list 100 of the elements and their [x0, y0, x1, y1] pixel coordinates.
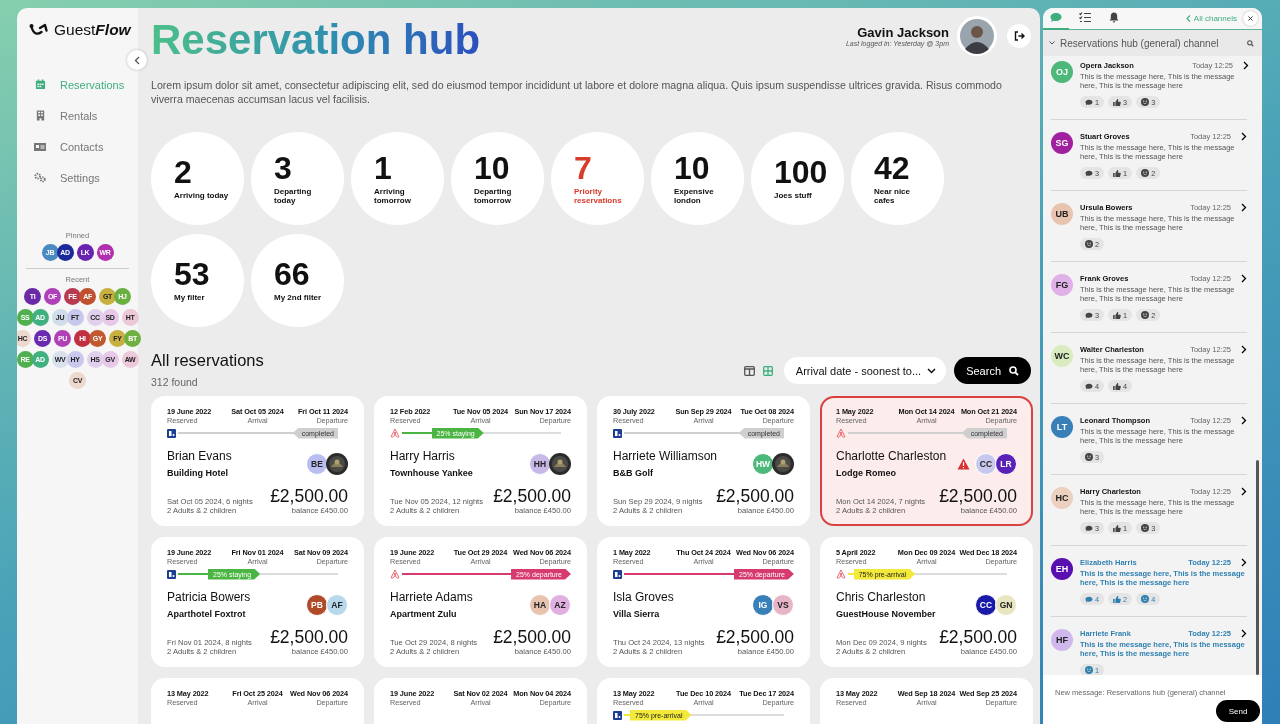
- search-icon: [1247, 39, 1254, 47]
- avatar: VS: [772, 593, 794, 616]
- send-button[interactable]: Send: [1216, 700, 1260, 722]
- filter-button[interactable]: 10 Expensive london: [651, 132, 744, 225]
- avatar: HH: [529, 452, 551, 475]
- avatar: EH: [1051, 558, 1073, 580]
- id-card-icon: [34, 141, 46, 152]
- smiley-icon: [1085, 666, 1093, 674]
- property-name: Townhouse Yankee: [390, 468, 473, 478]
- channel-title: Reservations hub (general) channel: [1060, 37, 1220, 49]
- avatar: IG: [752, 593, 774, 616]
- square-logo-icon: [613, 710, 622, 720]
- comment-icon: [1085, 382, 1093, 390]
- smiley-icon: [1141, 595, 1150, 603]
- chevron-down-icon: [927, 367, 937, 374]
- thumbs-up-icon: [1113, 311, 1122, 319]
- scrollbar[interactable]: [1256, 460, 1259, 675]
- chevron-right-icon: [1241, 487, 1247, 496]
- avatar: HC: [1051, 487, 1073, 509]
- view-toggle[interactable]: [743, 365, 755, 376]
- avatar: LT: [1051, 416, 1073, 438]
- avatar: UB: [1051, 203, 1073, 225]
- avatar: CC: [975, 452, 997, 475]
- smiley-icon: [1085, 453, 1093, 461]
- nav-item[interactable]: Contacts: [17, 131, 138, 162]
- sort-dropdown[interactable]: Arrival date - soonest to...: [783, 357, 947, 384]
- smiley-icon: [1141, 98, 1150, 106]
- nav-item[interactable]: Settings: [17, 162, 138, 193]
- chevron-left-icon: [134, 55, 140, 65]
- filter-button[interactable]: 66 My 2nd filter: [251, 234, 344, 327]
- avatar: HF: [1051, 629, 1073, 651]
- description: Lorem ipsum dolor sit amet, consectetur adipiscing elit, sed do eiusmod tempor incididunt ut labore et dolore magna aliqua. Quis ipsum suspendisse ultrices gravida. Risus commodo viverra maecenas accumsan lacus vel facilisis.: [151, 78, 1003, 106]
- chevron-right-icon: [1241, 132, 1247, 141]
- chat-icon: [1050, 12, 1062, 23]
- filter-button[interactable]: 42 Near nice cafes: [851, 132, 944, 225]
- close-button[interactable]: [1243, 11, 1258, 26]
- guest-name: Isla Groves: [613, 590, 674, 604]
- filter-button[interactable]: 7 Priority reservations: [551, 132, 644, 225]
- checklist-icon: [1079, 12, 1091, 23]
- property-name: Villa Sierra: [613, 609, 661, 619]
- chevron-right-icon: [1243, 61, 1249, 70]
- avatar: OJ: [1051, 61, 1073, 83]
- square-logo-icon: [613, 428, 622, 438]
- property-name: GuestHouse November: [836, 609, 936, 619]
- filter-button[interactable]: 10 Departing tomorrow: [451, 132, 544, 225]
- price: £2,500.00: [939, 627, 1017, 647]
- chevron-right-icon: [1241, 629, 1247, 638]
- square-logo-icon: [613, 569, 622, 579]
- price: £2,500.00: [270, 486, 348, 506]
- property-name: B&B Golf: [613, 468, 654, 478]
- comment-icon: [1085, 524, 1093, 532]
- property-name: Apartment Zulu: [390, 609, 458, 619]
- avatar: GN: [995, 593, 1017, 616]
- smiley-icon: [1085, 240, 1093, 248]
- comment-icon: [1085, 311, 1093, 319]
- avatar: FG: [1051, 274, 1073, 296]
- avatar: BE: [306, 452, 328, 475]
- property-name: Aparthotel Foxtrot: [167, 609, 247, 619]
- avatar: LR: [995, 452, 1017, 475]
- filter-button[interactable]: 1 Arriving tomorrow: [351, 132, 444, 225]
- logout-button[interactable]: [1007, 24, 1031, 48]
- price: £2,500.00: [716, 627, 794, 647]
- guest-name: Charlotte Charleston: [836, 449, 947, 463]
- filter-button[interactable]: 53 My filter: [151, 234, 244, 327]
- building-icon: [34, 110, 46, 121]
- loop-logo-icon: [836, 428, 846, 438]
- price: £2,500.00: [939, 486, 1017, 506]
- calendar-icon: [34, 79, 46, 90]
- price: £2,500.00: [493, 627, 571, 647]
- user-name: Gavin Jackson: [856, 25, 949, 40]
- reservation-card[interactable]: [820, 537, 1033, 667]
- avatar: WC: [1051, 345, 1073, 367]
- filter-button[interactable]: 100 Joes stuff: [751, 132, 844, 225]
- guest-name: Patricia Bowers: [167, 590, 251, 604]
- chevron-right-icon: [1241, 274, 1247, 283]
- smiley-icon: [1141, 169, 1150, 177]
- avatar: AF: [326, 593, 348, 616]
- loop-logo-icon: [390, 569, 400, 579]
- guest-name: Brian Evans: [167, 449, 232, 463]
- loop-logo-icon: [390, 428, 400, 438]
- thumbs-up-icon: [1113, 98, 1122, 106]
- comment-icon: [1085, 98, 1093, 106]
- warning-icon: [957, 457, 970, 470]
- view-toggle[interactable]: [762, 365, 773, 376]
- smile-icon: [29, 23, 50, 37]
- search-icon: [1009, 365, 1019, 376]
- filter-button[interactable]: 3 Departing today: [251, 132, 344, 225]
- square-logo-icon: [167, 569, 176, 579]
- filter-button[interactable]: 2 Arriving today: [151, 132, 244, 225]
- grid-icon: [762, 365, 773, 376]
- avatar: HA: [529, 593, 551, 616]
- search-button[interactable]: Search: [954, 357, 1031, 384]
- comment-icon: [1085, 595, 1093, 603]
- chevron-right-icon: [1241, 203, 1247, 212]
- price: £2,500.00: [493, 486, 571, 506]
- close-icon: [1248, 16, 1253, 21]
- property-name: Lodge Romeo: [836, 468, 897, 478]
- price: £2,500.00: [270, 627, 348, 647]
- nav-item[interactable]: Rentals: [17, 100, 138, 131]
- thumbs-up-icon: [1113, 595, 1122, 603]
